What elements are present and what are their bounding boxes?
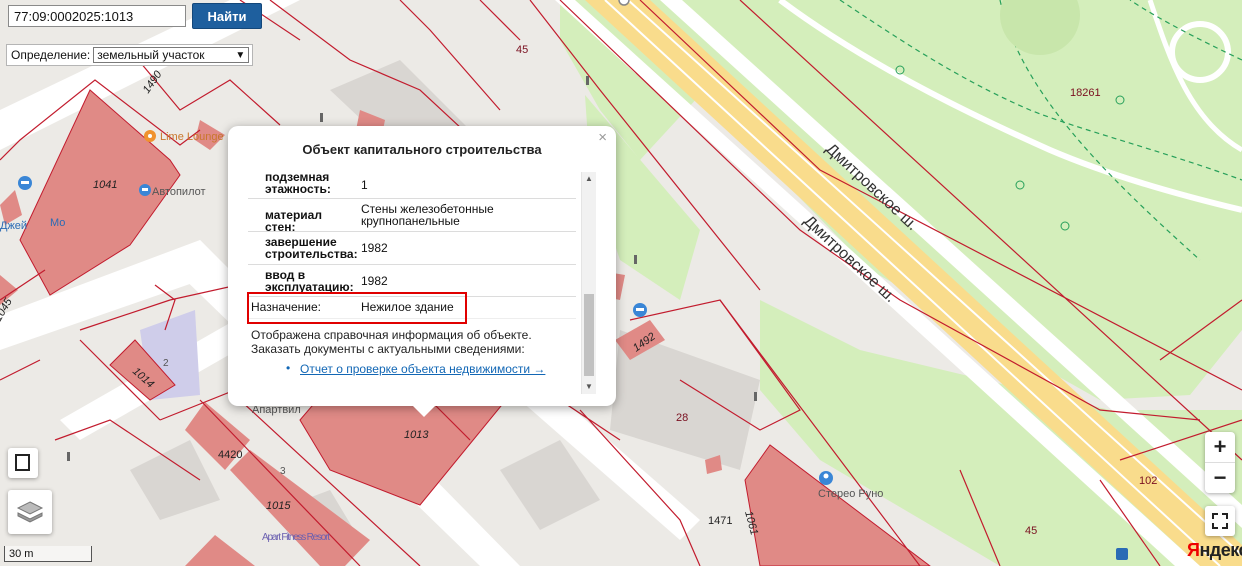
building-number: 1013 [404,429,429,441]
info-value: 1982 [361,274,388,288]
poi-label: Джей [0,220,27,232]
definition-dropdown[interactable]: земельный участок ▼ [93,47,250,63]
chevron-down-icon: ▼ [235,50,246,61]
info-row-underground-floors: подземная этажность: 1 [248,172,576,199]
layers-icon [16,501,44,523]
search-button[interactable]: Найти [192,3,262,29]
report-link[interactable]: Отчет о проверке объекта недвижимости → [300,362,545,376]
zoom-in-button[interactable]: + [1205,432,1235,462]
car-service-icon[interactable] [633,303,647,317]
info-label: завершение строительства: [265,235,358,261]
scroll-up-icon[interactable]: ▲ [582,172,596,186]
car-service-icon[interactable] [139,184,151,196]
zoom-out-button[interactable]: − [1205,463,1235,493]
info-value: 1 [361,178,368,192]
info-value: Стены железобетонные крупнопанельные [361,202,494,228]
parcel-number: 28 [676,412,688,424]
popup-title: Объект капитального строительства [302,142,542,157]
popup-body: подземная этажность: 1 материал стен: Ст… [248,172,596,394]
definition-label: Определение: [11,48,91,62]
layers-button[interactable] [8,490,52,534]
purpose-highlight-box [247,292,467,324]
poi-label: Автопилот [152,186,206,198]
cadastral-map[interactable]: Дмитровское ш. Дмитровское ш. 1041 1014 … [0,0,1242,566]
poi-label: Стерео Руно [818,488,883,500]
ruler-button[interactable] [8,448,38,478]
bar-icon[interactable] [144,130,156,142]
fullscreen-button[interactable] [1205,506,1235,536]
ruler-icon [15,454,30,471]
metro-icon [1116,548,1128,560]
scale-label: 30 m [9,548,34,560]
shop-icon[interactable] [819,471,833,485]
info-note: Отображена справочная информация об объе… [251,328,532,356]
popup-tail [412,405,436,417]
scroll-down-icon[interactable]: ▼ [582,380,596,394]
info-row-wall-material: материал стен: Стены железобетонные круп… [248,198,576,234]
cadastral-number-input[interactable] [8,5,186,27]
poi-label: Мо [50,217,65,229]
building-number: 4420 [218,449,242,461]
definition-selected-value: земельный участок [97,48,205,62]
small-label: 2 [163,358,169,369]
definition-selector: Определение: земельный участок ▼ [6,44,254,66]
popup-scrollbar[interactable]: ▲ ▼ [581,172,596,394]
info-label: материал стен: [265,208,322,234]
building-number: 1015 [266,500,291,512]
parcel-number: 18261 [1070,87,1101,99]
scroll-thumb[interactable] [584,294,594,376]
search-bar: Найти [8,3,262,29]
scale-bar: 30 m [4,546,92,562]
small-label: 3 [280,466,286,477]
car-service-icon[interactable] [18,176,32,190]
bullet-icon: • [286,361,291,375]
parcel-number: 45 [1025,525,1037,537]
yandex-logo: Яндекс [1187,540,1242,560]
info-value: 1982 [361,241,388,255]
building-number: 1041 [93,179,117,191]
fullscreen-icon [1212,513,1228,529]
poi-label: Apart Fitness Resort [262,532,330,543]
poi-label: Lime Lounge [160,131,224,143]
building-number: 1471 [708,515,732,527]
info-label: ввод в эксплуатацию: [265,268,354,294]
info-label: подземная этажность: [265,172,331,196]
parcel-number: 45 [516,44,528,56]
object-info-popup: × Объект капитального строительства подз… [228,126,616,417]
info-row-construction-end: завершение строительства: 1982 [248,231,576,265]
parcel-number: 102 [1139,475,1157,487]
zoom-controls: + − [1205,432,1235,493]
